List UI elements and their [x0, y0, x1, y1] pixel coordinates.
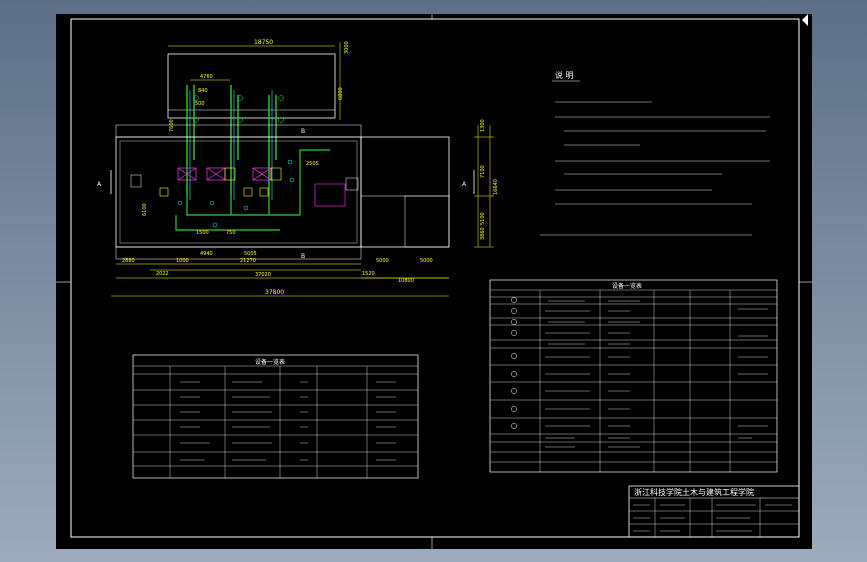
dim-1300: 1300 [480, 119, 486, 132]
dim-37800: 37800 [265, 289, 284, 296]
dim-750: 750 [226, 230, 236, 236]
dim-1500: 1500 [196, 230, 209, 236]
dim-3860: 3860 [480, 227, 486, 240]
dim-6100: 6100 [142, 203, 148, 216]
dim-3000: 3000 [344, 41, 350, 54]
dim-2022: 2022 [156, 271, 169, 277]
dim-840: 840 [198, 88, 208, 94]
dim-1520: 1520 [362, 271, 375, 277]
pipe-table-title: 设备一览表 [612, 282, 642, 290]
room-mark-b-top: B [301, 128, 305, 135]
dim-7600: 7600 [169, 119, 175, 132]
notes-title: 说 明 [555, 70, 574, 80]
dim-2880: 2880 [122, 258, 135, 264]
title-block-school: 浙江科技学院土木与建筑工程学院 [634, 487, 754, 497]
dim-37020: 37020 [255, 272, 271, 278]
dim-5100: 5100 [480, 212, 486, 225]
equipment-table-title: 设备一览表 [255, 358, 285, 366]
dim-10800: 10800 [398, 278, 414, 284]
dim-6800: 6800 [338, 87, 344, 100]
drawing-sheet [56, 14, 812, 549]
dim-4940: 4940 [200, 251, 213, 257]
dim-500: 500 [195, 101, 205, 107]
dim-5005: 5005 [244, 251, 257, 257]
dim-2505: 2505 [306, 161, 319, 167]
dim-16640: 16640 [493, 179, 499, 195]
dim-7100: 7100 [480, 165, 486, 178]
dim-5000-a: 5000 [376, 258, 389, 264]
dim-4760: 4760 [200, 74, 213, 80]
dim-21270: 21270 [240, 258, 256, 264]
dim-1000: 1000 [176, 258, 189, 264]
drawing-canvas[interactable]: 18750 3000 6800 4760 840 500 7600 B B A … [0, 0, 867, 562]
dim-top-width: 18750 [254, 39, 273, 46]
dim-5000-b: 5000 [420, 258, 433, 264]
